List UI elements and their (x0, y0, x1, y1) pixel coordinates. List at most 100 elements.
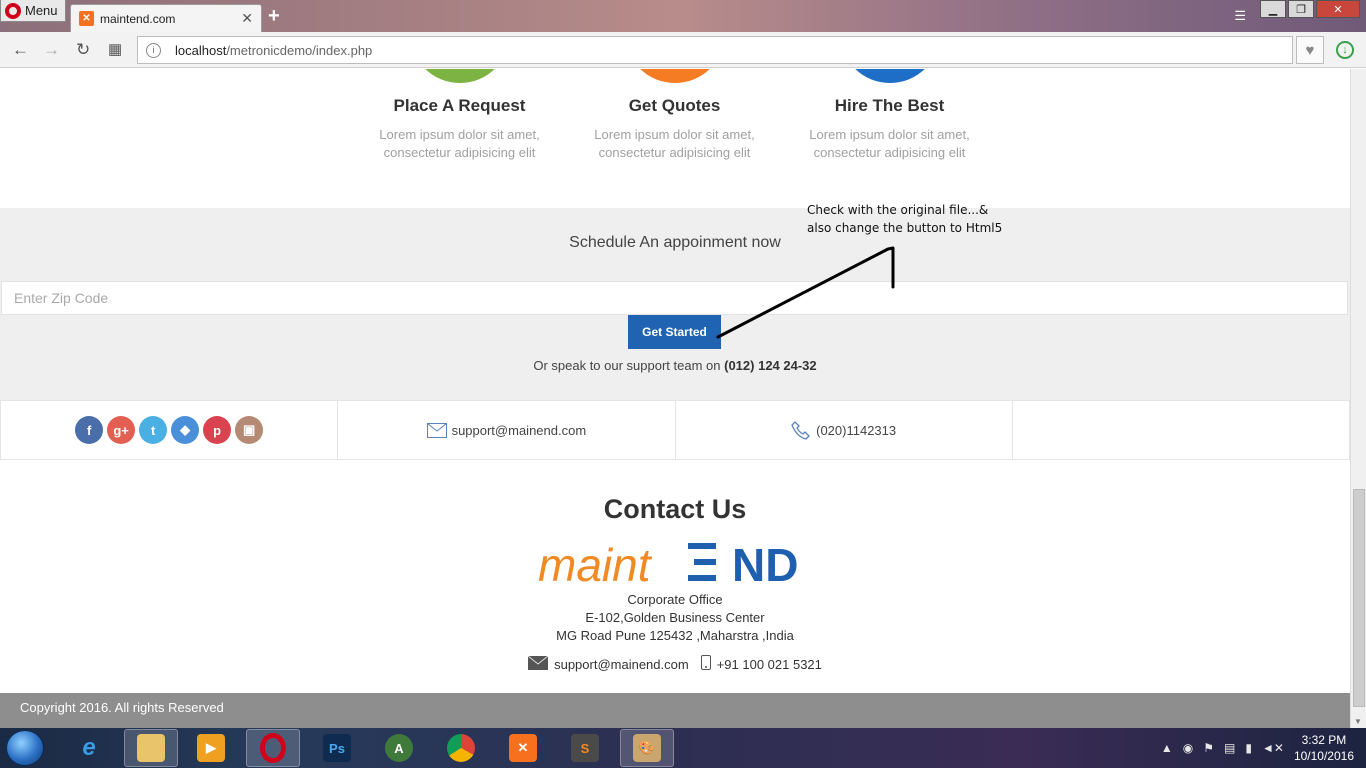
contact-strip: f g+ t ◆ p ▣ support@mainend.com (020)11… (0, 400, 1350, 460)
taskbar-android-studio[interactable]: A (372, 729, 426, 767)
facebook-icon[interactable]: f (75, 416, 104, 444)
back-icon[interactable]: ← (12, 40, 29, 60)
taskbar-explorer[interactable] (124, 729, 178, 767)
address-line-1: E-102,Golden Business Center (585, 610, 765, 625)
signal-icon[interactable]: ▮ (1245, 741, 1252, 755)
envelope-icon (527, 655, 549, 673)
annotation-arrow (716, 246, 895, 339)
device-icon[interactable]: ▤ (1224, 741, 1235, 755)
twitter-icon[interactable]: t (139, 416, 168, 444)
clock[interactable]: 3:32 PM 10/10/2016 (1294, 732, 1354, 764)
contact-us-heading: Contact Us (603, 494, 747, 524)
url-path: /metronicdemo/index.php (226, 42, 373, 58)
chrome-icon (447, 734, 475, 762)
page-footer: Copyright 2016. All rights Reserved (0, 693, 1350, 728)
folder-icon (137, 734, 165, 762)
tab-menu-icon[interactable]: ☰ (1234, 8, 1246, 24)
xampp-icon: ✕ (509, 734, 537, 762)
schedule-title: Schedule An appoinment now (569, 234, 781, 251)
support-phone: (012) 124 24-32 (724, 358, 817, 373)
network-status-icon[interactable]: ◉ (1183, 741, 1193, 755)
android-studio-icon: A (385, 734, 413, 762)
taskbar-chrome[interactable] (434, 729, 488, 767)
start-button[interactable] (6, 730, 44, 766)
schedule-section: Schedule An appoinment now Get Started O… (0, 208, 1350, 400)
copyright-text: Copyright 2016. All rights Reserved (20, 700, 224, 715)
page-viewport: Place A Request Lorem ipsum dolor sit am… (0, 69, 1350, 728)
taskbar-photoshop[interactable]: Ps (310, 729, 364, 767)
clock-date: 10/10/2016 (1293, 749, 1354, 763)
contact-mobile: +91 100 021 5321 (716, 656, 822, 672)
scrollbar-thumb[interactable] (1353, 489, 1365, 707)
new-tab-button[interactable]: + (268, 5, 280, 28)
forward-icon[interactable]: → (43, 40, 60, 60)
support-line: Or speak to our support team on (012) 12… (0, 358, 1350, 373)
internet-explorer-icon: e (82, 734, 96, 761)
taskbar-xampp[interactable]: ✕ (496, 729, 550, 767)
windows-taskbar: e ▶ Ps A ✕ S 🎨 ▲ ◉ ⚑ ▤ ▮ ◄✕ 3:32 PM 10/1… (0, 728, 1366, 768)
maintend-logo: maint ND (538, 539, 798, 589)
scroll-down-arrow-icon[interactable]: ▼ (1354, 717, 1362, 726)
action-center-flag-icon[interactable]: ⚑ (1203, 741, 1214, 755)
mobile-icon (700, 655, 711, 673)
show-hidden-icons-icon[interactable]: ▲ (1161, 741, 1173, 755)
logo-e-mark (688, 543, 716, 581)
step-title: Place A Request (393, 96, 526, 115)
taskbar-ie[interactable]: e (62, 729, 116, 767)
maximize-button[interactable]: ❐ (1288, 0, 1314, 18)
close-tab-icon[interactable]: ✕ (241, 10, 253, 27)
pinterest-icon[interactable]: p (203, 416, 232, 444)
office-label: Corporate Office (627, 592, 723, 607)
zip-code-input[interactable] (1, 281, 1348, 315)
step-title: Hire The Best (834, 96, 945, 115)
annotation-line-1: Check with the original file...& (807, 203, 989, 217)
contact-email[interactable]: support@mainend.com (554, 657, 689, 672)
opera-logo-icon (5, 2, 21, 19)
browser-tab[interactable]: ✕ maintend.com ✕ (70, 4, 262, 32)
social-links-cell: f g+ t ◆ p ▣ (0, 401, 339, 459)
system-tray: ▲ ◉ ⚑ ▤ ▮ ◄✕ 3:32 PM 10/10/2016 (1161, 728, 1366, 768)
site-info-icon[interactable]: i (146, 42, 161, 58)
minimize-button[interactable]: ▁ (1260, 0, 1286, 18)
browser-titlebar: Menu ✕ maintend.com ✕ + ☰ ▁ ❐ ✕ (0, 0, 1366, 32)
step-circle-icon (624, 69, 725, 83)
step-circle-icon (409, 69, 510, 83)
contact-details: support@mainend.com +91 100 021 5321 (0, 655, 1350, 673)
clock-time: 3:32 PM (1301, 733, 1347, 747)
taskbar-sublime[interactable]: S (558, 729, 612, 767)
office-address: Corporate Office E-102,Golden Business C… (0, 591, 1350, 645)
close-window-button[interactable]: ✕ (1316, 0, 1360, 18)
annotation-note: Check with the original file...& also ch… (807, 201, 1027, 237)
reload-icon[interactable]: ↻ (76, 40, 90, 60)
menu-label: Menu (25, 3, 58, 18)
page-scrollbar[interactable]: ▼ (1350, 69, 1366, 728)
media-player-icon: ▶ (197, 734, 225, 762)
step-description: Lorem ipsum dolor sit amet, consectetur … (379, 127, 540, 160)
url-host: localhost (175, 42, 227, 58)
taskbar-media-player[interactable]: ▶ (184, 729, 238, 767)
envelope-icon (426, 422, 447, 438)
how-it-works-section: Place A Request Lorem ipsum dolor sit am… (0, 69, 1350, 208)
taskbar-opera[interactable] (246, 729, 300, 767)
dropbox-icon[interactable]: ◆ (171, 416, 200, 444)
google-plus-icon[interactable]: g+ (107, 416, 136, 444)
instagram-icon[interactable]: ▣ (235, 416, 264, 444)
support-prefix: Or speak to our support team on (533, 358, 721, 373)
step-description: Lorem ipsum dolor sit amet, consectetur … (809, 127, 970, 160)
strip-email[interactable]: support@mainend.com (452, 423, 587, 438)
address-bar[interactable]: i localhost/metronicdemo/index.php (137, 36, 1293, 64)
volume-muted-icon[interactable]: ◄✕ (1262, 741, 1284, 755)
site-favicon-icon: ✕ (79, 11, 94, 26)
speed-dial-icon[interactable]: ▦ (108, 40, 122, 58)
opera-menu-button[interactable]: Menu (0, 0, 66, 22)
sublime-text-icon: S (571, 734, 599, 762)
step-description: Lorem ipsum dolor sit amet, consectetur … (594, 127, 755, 160)
annotation-line-2: also change the button to Html5 (807, 221, 1003, 235)
taskbar-paint[interactable]: 🎨 (620, 729, 674, 767)
photoshop-icon: Ps (323, 734, 351, 762)
bookmark-heart-icon[interactable]: ♥ (1296, 36, 1324, 64)
download-icon[interactable]: ↓ (1336, 41, 1354, 59)
address-line-2: MG Road Pune 125432 ,Maharstra ,India (556, 628, 794, 643)
browser-toolbar: ← → ↻ ▦ i localhost/metronicdemo/index.p… (0, 32, 1366, 68)
logo-text-left: maint (538, 539, 653, 589)
